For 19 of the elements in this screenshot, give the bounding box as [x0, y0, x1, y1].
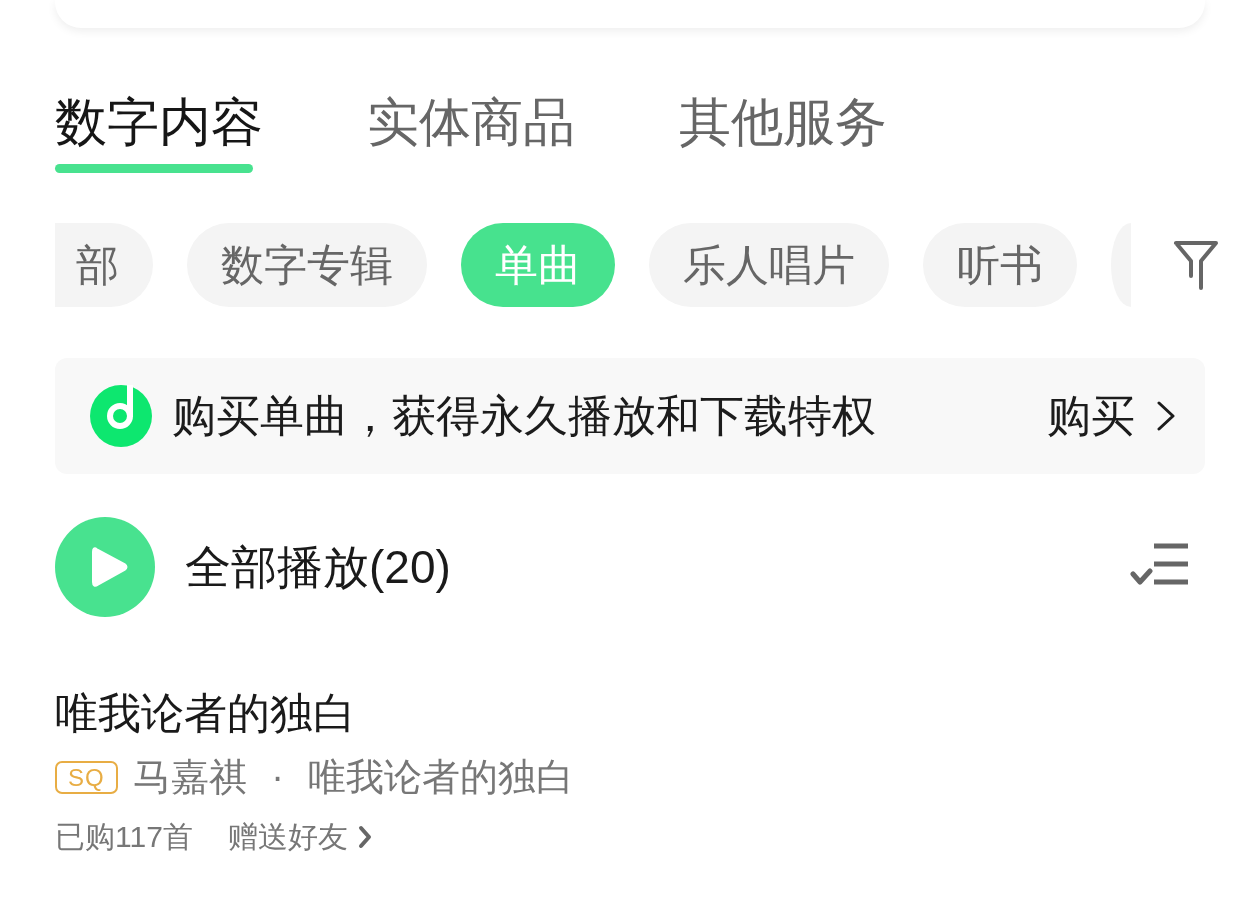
filter-icon[interactable]	[1172, 239, 1220, 291]
chevron-right-icon	[1157, 401, 1175, 431]
tab[interactable]: 数字内容	[55, 92, 263, 173]
filter-chip[interactable]: 数字专辑	[187, 223, 427, 307]
filter-chip[interactable]: 乐人唱片	[649, 223, 889, 307]
filter-chip[interactable]: 听书	[923, 223, 1077, 307]
play-all-label[interactable]: 全部播放(20)	[185, 539, 451, 595]
buy-link[interactable]: 购买	[1047, 388, 1175, 444]
purchased-count: 已购117首	[55, 819, 193, 855]
tab[interactable]: 实体商品	[367, 92, 575, 173]
song-title[interactable]: 唯我论者的独白	[55, 683, 356, 743]
filter-chip[interactable]: 部	[55, 223, 153, 307]
music-note-icon	[90, 385, 152, 447]
quality-badge: SQ	[55, 760, 118, 794]
song-subtitle: 马嘉祺 · 唯我论者的独白	[132, 755, 575, 800]
tab[interactable]: 其他服务	[679, 92, 887, 173]
gift-link[interactable]: 赠送好友	[227, 817, 372, 857]
chevron-right-icon	[357, 825, 372, 849]
promo-text: 购买单曲，获得永久播放和下载特权	[172, 389, 876, 442]
